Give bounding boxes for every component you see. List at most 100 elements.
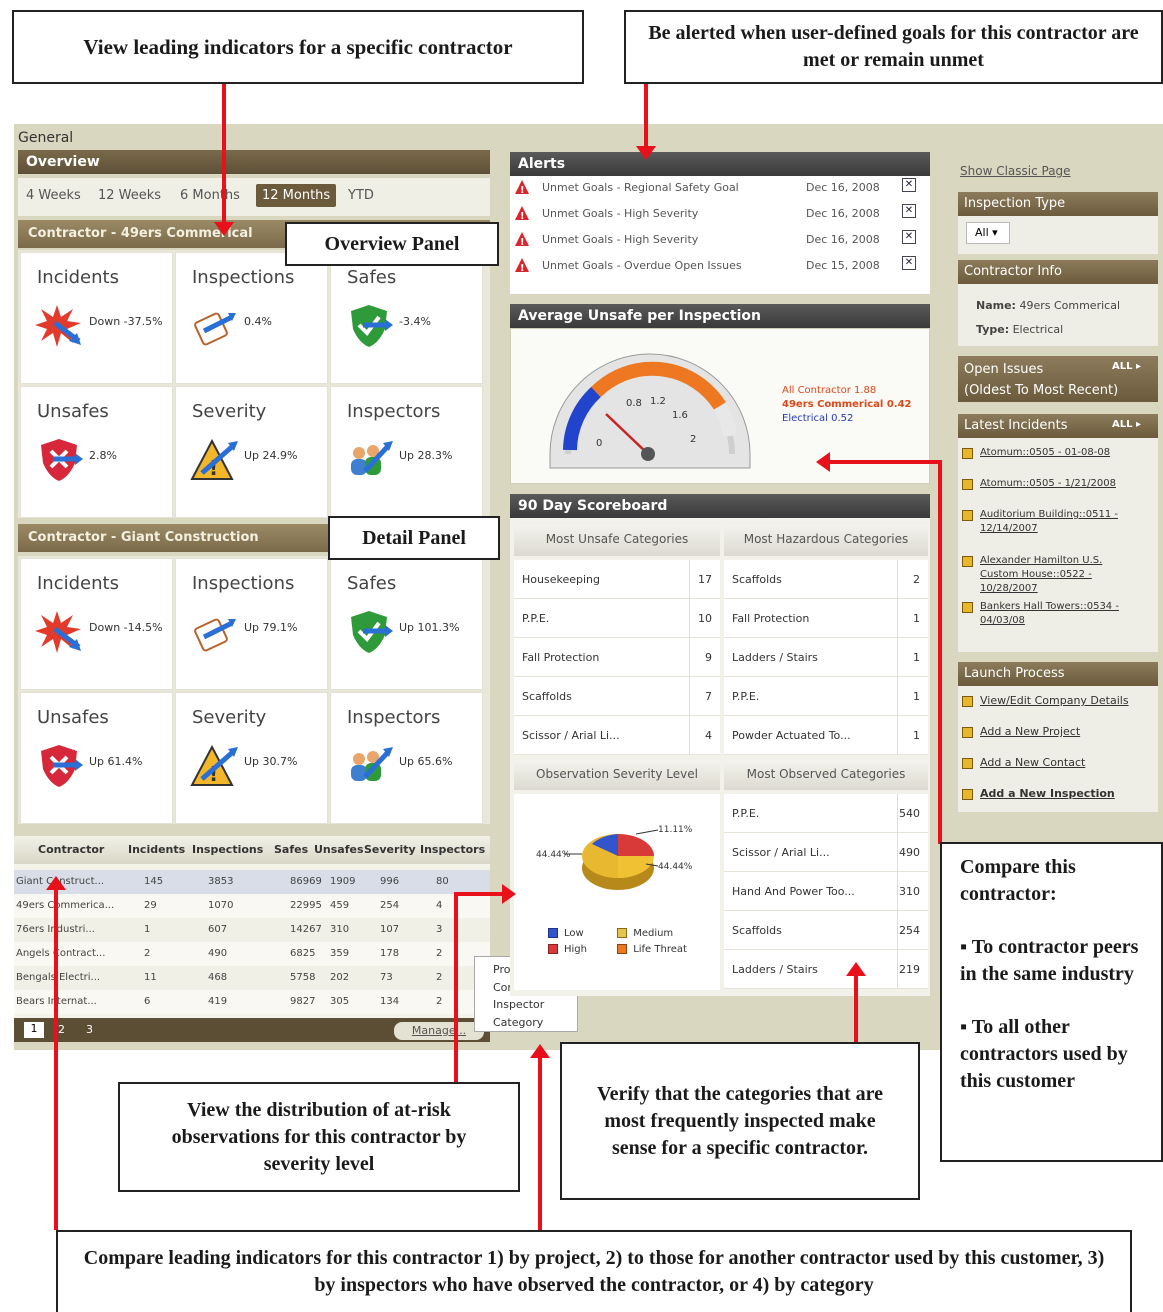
- indicator-incidents[interactable]: Incidents Down -37.5%: [20, 252, 173, 384]
- category-name: Ladders / Stairs: [732, 962, 818, 976]
- indicator-severity[interactable]: Severity ! Up 30.7%: [175, 692, 328, 824]
- indicator-inspectors[interactable]: Inspectors Up 65.6%: [330, 692, 483, 824]
- gauge-legend-contractor: 49ers Commerical 0.42: [782, 399, 912, 410]
- column-divider: [897, 911, 898, 950]
- dismiss-alert-icon[interactable]: ✕: [902, 230, 916, 244]
- latest-incidents-all-button[interactable]: ALL ▸: [1112, 419, 1141, 430]
- category-name: Fall Protection: [522, 650, 600, 664]
- table-cell: 9827: [290, 996, 316, 1007]
- alert-date: Dec 15, 2008: [806, 259, 880, 272]
- doc-icon: [962, 448, 973, 459]
- column-header[interactable]: Unsafes: [314, 843, 364, 856]
- column-header[interactable]: Severity: [364, 843, 416, 856]
- pie-label-left: 44.44%: [536, 850, 571, 860]
- incident-label: Bankers Hall Towers::0534 - 04/03/08: [980, 601, 1119, 626]
- alert-text: Unmet Goals - Regional Safety Goal: [542, 181, 739, 194]
- indicator-severity[interactable]: Severity ! Up 24.9%: [175, 386, 328, 518]
- arrow-line: [830, 460, 940, 464]
- column-header[interactable]: Inspectors: [420, 843, 485, 856]
- menu-item-inspector[interactable]: Inspector: [493, 996, 559, 1014]
- category-count: 7: [705, 689, 712, 703]
- indicator-inspections[interactable]: Inspections Up 79.1%: [175, 558, 328, 690]
- unsafe-categories-header: Most Unsafe Categories: [514, 524, 720, 556]
- arrow-head: [530, 1044, 550, 1058]
- tab-12-months[interactable]: 12 Months: [256, 184, 337, 207]
- tab-6-months[interactable]: 6 Months: [180, 188, 240, 203]
- callout-alerts: Be alerted when user-defined goals for t…: [624, 10, 1163, 84]
- indicator-safes[interactable]: Safes Up 101.3%: [330, 558, 483, 690]
- indicator-inspections[interactable]: Inspections 0.4%: [175, 252, 328, 384]
- pager-page-1[interactable]: 1: [24, 1022, 44, 1038]
- table-cell: 254: [380, 900, 400, 911]
- category-row[interactable]: P.P.E. 540: [724, 794, 928, 833]
- pager-page-3[interactable]: 3: [86, 1023, 93, 1036]
- contractor-name: 49ers Commerical: [1019, 299, 1120, 312]
- column-header[interactable]: Safes: [274, 843, 308, 856]
- tab-4-weeks[interactable]: 4 Weeks: [26, 188, 81, 203]
- gauge-header: Average Unsafe per Inspection: [510, 304, 930, 328]
- category-row[interactable]: Scissor / Arial Li... 490: [724, 833, 928, 872]
- column-header[interactable]: Incidents: [128, 843, 185, 856]
- category-row[interactable]: Fall Protection 1: [724, 599, 928, 638]
- category-count: 219: [899, 962, 920, 976]
- table-row[interactable]: 76ers Industri... 1 607 14267 310 107 3: [14, 918, 490, 942]
- doc-icon: [962, 727, 973, 738]
- category-count: 310: [899, 884, 920, 898]
- category-row[interactable]: P.P.E. 10: [514, 599, 720, 638]
- dismiss-alert-icon[interactable]: ✕: [902, 256, 916, 270]
- inspection-type-select[interactable]: All ▾: [966, 222, 1010, 244]
- indicator-inspectors[interactable]: Inspectors Up 28.3%: [330, 386, 483, 518]
- table-cell: 134: [380, 996, 400, 1007]
- indicator-unsafes[interactable]: Unsafes 2.8%: [20, 386, 173, 518]
- indicator-safes[interactable]: Safes -3.4%: [330, 252, 483, 384]
- dismiss-alert-icon[interactable]: ✕: [902, 178, 916, 192]
- pie-legend: Low Medium High Life Threat: [548, 926, 708, 958]
- show-classic-page-link[interactable]: Show Classic Page: [960, 164, 1071, 178]
- category-row[interactable]: Hand And Power Too... 310: [724, 872, 928, 911]
- dismiss-alert-icon[interactable]: ✕: [902, 204, 916, 218]
- alert-row[interactable]: ! Unmet Goals - Overdue Open Issues Dec …: [512, 256, 930, 280]
- pie-label-top: 11.11%: [658, 825, 693, 835]
- column-divider: [897, 794, 898, 833]
- table-cell: 1: [144, 924, 151, 935]
- indicator-incidents[interactable]: Incidents Down -14.5%: [20, 558, 173, 690]
- category-row[interactable]: P.P.E. 1: [724, 677, 928, 716]
- category-row[interactable]: Scaffolds 7: [514, 677, 720, 716]
- tab-ytd[interactable]: YTD: [348, 188, 374, 203]
- category-row[interactable]: Housekeeping 17: [514, 560, 720, 599]
- shield-x-icon: [35, 437, 85, 483]
- category-row[interactable]: Scaffolds 2: [724, 560, 928, 599]
- alert-row[interactable]: ! Unmet Goals - High Severity Dec 16, 20…: [512, 230, 930, 254]
- alert-row[interactable]: ! Unmet Goals - Regional Safety Goal Dec…: [512, 178, 930, 202]
- table-cell: 996: [380, 876, 400, 887]
- tab-12-weeks[interactable]: 12 Weeks: [98, 188, 161, 203]
- category-name: Powder Actuated To...: [732, 728, 851, 742]
- category-row[interactable]: Fall Protection 9: [514, 638, 720, 677]
- indicator-label: Inspectors: [347, 707, 441, 728]
- category-row[interactable]: Scaffolds 254: [724, 911, 928, 950]
- indicator-value: 0.4%: [244, 315, 272, 328]
- alert-row[interactable]: ! Unmet Goals - High Severity Dec 16, 20…: [512, 204, 930, 228]
- legend-medium: Medium: [617, 926, 697, 942]
- table-row[interactable]: 49ers Commerica... 29 1070 22995 459 254 4: [14, 894, 490, 918]
- table-cell: 6: [144, 996, 151, 1007]
- menu-item-category[interactable]: Category: [493, 1014, 559, 1032]
- arrow-head: [636, 146, 656, 160]
- svg-text:!: !: [520, 211, 525, 221]
- column-header[interactable]: Inspections: [192, 843, 263, 856]
- table-cell: 359: [330, 948, 350, 959]
- category-row[interactable]: Scissor / Arial Li... 4: [514, 716, 720, 755]
- manage-button[interactable]: Manage...: [394, 1022, 484, 1040]
- pager-page-2[interactable]: 2: [58, 1023, 65, 1036]
- table-row[interactable]: Bengals Electri... 11 468 5758 202 73 2: [14, 966, 490, 990]
- open-issues-all-button[interactable]: ALL ▸: [1112, 361, 1141, 372]
- table-row[interactable]: Giant Construct... 145 3853 86969 1909 996 80: [14, 870, 490, 894]
- column-header[interactable]: Contractor: [38, 843, 104, 856]
- table-row[interactable]: Bears Internat... 6 419 9827 305 134 2: [14, 990, 490, 1014]
- indicator-unsafes[interactable]: Unsafes Up 61.4%: [20, 692, 173, 824]
- table-row[interactable]: Angels Contract... 2 490 6825 359 178 2: [14, 942, 490, 966]
- category-count: 1: [913, 650, 920, 664]
- category-row[interactable]: Ladders / Stairs 219: [724, 950, 928, 989]
- category-row[interactable]: Powder Actuated To... 1: [724, 716, 928, 755]
- category-row[interactable]: Ladders / Stairs 1: [724, 638, 928, 677]
